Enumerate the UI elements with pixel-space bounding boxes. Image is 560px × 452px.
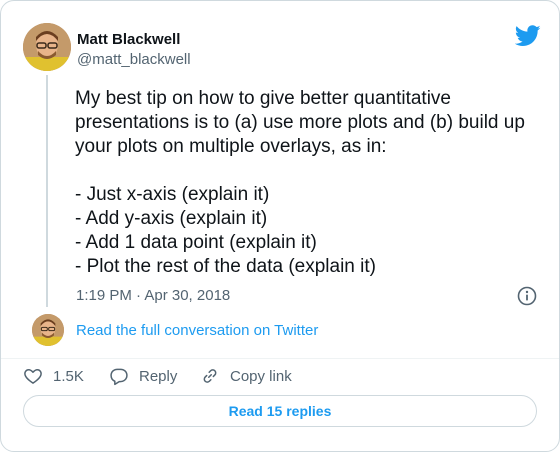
thread-connector-line [46, 75, 48, 307]
reply-button[interactable]: Reply [109, 366, 177, 386]
like-button[interactable]: 1.5K [23, 366, 84, 386]
author-display-name[interactable]: Matt Blackwell [77, 31, 180, 48]
author-avatar-small[interactable] [32, 314, 64, 346]
copy-link-label: Copy link [230, 367, 292, 385]
info-icon[interactable] [517, 286, 537, 306]
speech-bubble-icon [110, 368, 128, 386]
like-count: 1.5K [53, 367, 84, 385]
link-icon [203, 369, 217, 383]
tweet-card: Matt Blackwell @matt_blackwell My best t… [0, 0, 560, 452]
read-replies-button[interactable]: Read 15 replies [23, 395, 537, 427]
read-conversation-link[interactable]: Read the full conversation on Twitter [76, 322, 318, 339]
tweet-timestamp[interactable]: 1:19 PM · Apr 30, 2018 [76, 287, 230, 304]
copy-link-button[interactable]: Copy link [200, 366, 292, 386]
author-handle[interactable]: @matt_blackwell [77, 51, 191, 68]
tweet-text: My best tip on how to give better quanti… [75, 88, 525, 277]
twitter-bird-icon[interactable] [515, 25, 541, 47]
reply-label: Reply [139, 367, 178, 385]
actions-divider [1, 358, 559, 359]
heart-icon [24, 369, 42, 384]
author-avatar[interactable] [23, 23, 71, 71]
